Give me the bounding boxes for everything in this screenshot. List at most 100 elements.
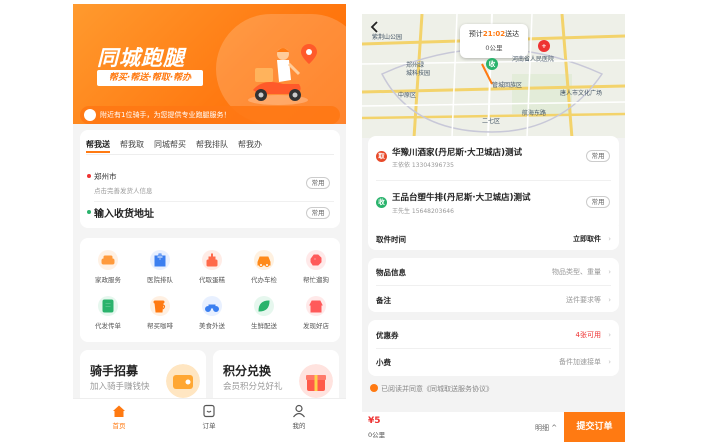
map-label: 河南省人民医院	[512, 56, 555, 63]
service-label: 生鲜配送	[251, 322, 277, 330]
service-label: 医院排队	[147, 276, 173, 284]
delivery-marker-icon: 收	[486, 58, 498, 70]
eta-time: 21:02	[482, 30, 506, 38]
service-label: 发现好店	[303, 322, 329, 330]
wallet-icon	[166, 364, 200, 398]
item-info-value: 物品类型、重量	[552, 268, 601, 276]
divider	[86, 154, 334, 155]
map-label: 管城回族区	[492, 82, 523, 89]
service-item[interactable]: 代取蛋糕	[187, 250, 237, 284]
coffee-icon	[150, 296, 170, 316]
delivery-common-button[interactable]: 常用	[586, 196, 610, 208]
service-item[interactable]: 代办车检	[239, 250, 289, 284]
pickup-name[interactable]: 华豫川酒家(丹尼斯·大卫城店)测试	[392, 146, 522, 158]
chevron-right-icon: ›	[608, 235, 611, 243]
order-footer: ¥5 0公里 明细 ^ 提交订单	[362, 412, 625, 442]
tab-buy[interactable]: 同城帮买	[154, 139, 186, 153]
delivery-contact: 王先生 15648203646	[392, 208, 454, 215]
user-icon	[293, 404, 305, 418]
service-tabs: 帮我送 帮我取 同城帮买 帮我排队 帮我办	[86, 139, 272, 153]
chevron-right-icon: ›	[608, 296, 611, 304]
service-item[interactable]: 帮忙遛狗	[291, 250, 341, 284]
check-circle-icon[interactable]	[370, 384, 378, 392]
pickup-tag-icon: 取	[376, 151, 387, 162]
tab-queue[interactable]: 帮我排队	[196, 139, 228, 153]
hero-title: 同城跑腿	[97, 46, 185, 70]
divider	[376, 180, 611, 181]
gift-icon	[299, 364, 333, 398]
promo-subtitle: 加入骑手赚钱快	[90, 382, 150, 392]
car-icon	[254, 250, 274, 270]
delivery-tag-icon: 收	[376, 197, 387, 208]
promo-title: 骑手招募	[90, 364, 139, 378]
delivery-name[interactable]: 王品台塑牛排(丹尼斯·大卫城店)测试	[392, 191, 531, 203]
service-label: 美食外送	[199, 322, 225, 330]
sender-hint[interactable]: 点击完善发货人信息	[94, 185, 153, 195]
agreement-checkbox[interactable]: 已阅读并同意《同城取送服务协议》	[370, 384, 493, 394]
service-grid: 家政服务 医院排队 代取蛋糕 代办车检 帮忙遛狗代发传单 帮买咖啡 美食外送 生鲜配送 发现好店	[80, 238, 340, 342]
address-card: 取 华豫川酒家(丹尼斯·大卫城店)测试 王依依 13304396735 常用 收…	[368, 136, 619, 232]
notice-text: 附近有1位骑手，为您提供专业跑腿服务！	[100, 111, 231, 119]
service-item[interactable]: 医院排队	[135, 250, 185, 284]
service-item[interactable]: 生鲜配送	[239, 296, 289, 330]
map-label: 唐人市文化广场	[560, 90, 603, 97]
home-screen: 同城跑腿 帮买·帮送·帮取·帮办 附近有1位骑手，为您提供专业跑腿服务！ 帮我送…	[73, 4, 346, 442]
eta-suffix: 送达	[505, 30, 520, 38]
map-label: 城科技园	[406, 70, 431, 77]
tab-pickup[interactable]: 帮我取	[120, 139, 144, 153]
order-screen: 预计21:02送达 0公里 郑州绿 城科技园 中原区 河南省人民医院 唐人市文化…	[362, 14, 625, 442]
service-item[interactable]: 帮买咖啡	[135, 296, 185, 330]
receiver-address-input[interactable]: 输入收货地址	[94, 205, 154, 220]
price-detail-toggle[interactable]: 明细 ^	[535, 423, 557, 433]
item-info-row[interactable]: 物品信息 物品类型、重量 ›	[376, 267, 611, 281]
location-pin-icon	[301, 44, 317, 64]
pickup-time-row[interactable]: 取件时间 立即取件 ›	[376, 234, 611, 248]
rider-avatar-icon	[84, 109, 96, 121]
service-label: 代办车检	[251, 276, 277, 284]
receiver-common-button[interactable]: 常用	[306, 207, 330, 219]
pickup-common-button[interactable]: 常用	[586, 150, 610, 162]
pickup-contact: 王依依 13304396735	[392, 162, 454, 169]
service-label: 帮买咖啡	[147, 322, 173, 330]
remark-row[interactable]: 备注 送件要求等 ›	[376, 295, 611, 309]
sofa-icon	[98, 250, 118, 270]
service-item[interactable]: 美食外送	[187, 296, 237, 330]
remark-value: 送件要求等	[566, 296, 601, 304]
eta-bubble: 预计21:02送达 0公里	[460, 24, 528, 58]
service-label: 代取蛋糕	[199, 276, 225, 284]
tab-send[interactable]: 帮我送	[86, 139, 110, 153]
promo-title: 积分兑换	[223, 364, 272, 378]
eta-prefix: 预计	[468, 30, 483, 38]
row-label: 优惠券	[376, 331, 399, 340]
service-item[interactable]: 家政服务	[83, 250, 133, 284]
nav-orders[interactable]: 订单	[189, 404, 229, 430]
divider	[376, 348, 611, 349]
cake-icon	[202, 250, 222, 270]
pickup-time-value: 立即取件	[573, 235, 601, 243]
receiver-dot-icon	[87, 210, 91, 214]
sender-city[interactable]: 郑州市	[94, 171, 117, 182]
service-item[interactable]: 代发传单	[83, 296, 133, 330]
agreement-text[interactable]: 已阅读并同意《同城取送服务协议》	[381, 385, 493, 393]
service-item[interactable]: 发现好店	[291, 296, 341, 330]
shop-icon	[306, 296, 326, 316]
eta-text: 预计21:02送达	[460, 29, 528, 39]
hero-tagline: 帮买·帮送·帮取·帮办	[97, 70, 203, 86]
hospital-icon	[150, 250, 170, 270]
map-label: 紫荆山公园	[372, 34, 403, 41]
sender-common-button[interactable]: 常用	[306, 177, 330, 189]
coupon-row[interactable]: 优惠券 4张可用 ›	[376, 330, 611, 344]
route-map[interactable]: 预计21:02送达 0公里 郑州绿 城科技园 中原区 河南省人民医院 唐人市文化…	[362, 14, 625, 138]
nav-profile[interactable]: 我的	[279, 404, 319, 430]
tab-errand[interactable]: 帮我办	[238, 139, 262, 153]
scooter-icon	[202, 296, 222, 316]
nav-label: 我的	[292, 422, 306, 430]
divider	[94, 201, 334, 202]
tip-row[interactable]: 小费 备件加速接单 ›	[376, 357, 611, 371]
nav-label: 首页	[112, 422, 126, 430]
submit-order-button[interactable]: 提交订单	[564, 412, 625, 442]
nav-home[interactable]: 首页	[99, 404, 139, 430]
item-card: 物品信息 物品类型、重量 › 备注 送件要求等 ›	[368, 258, 619, 312]
hero-banner[interactable]: 同城跑腿 帮买·帮送·帮取·帮办 附近有1位骑手，为您提供专业跑腿服务！	[73, 4, 346, 124]
chevron-right-icon: ›	[608, 358, 611, 366]
